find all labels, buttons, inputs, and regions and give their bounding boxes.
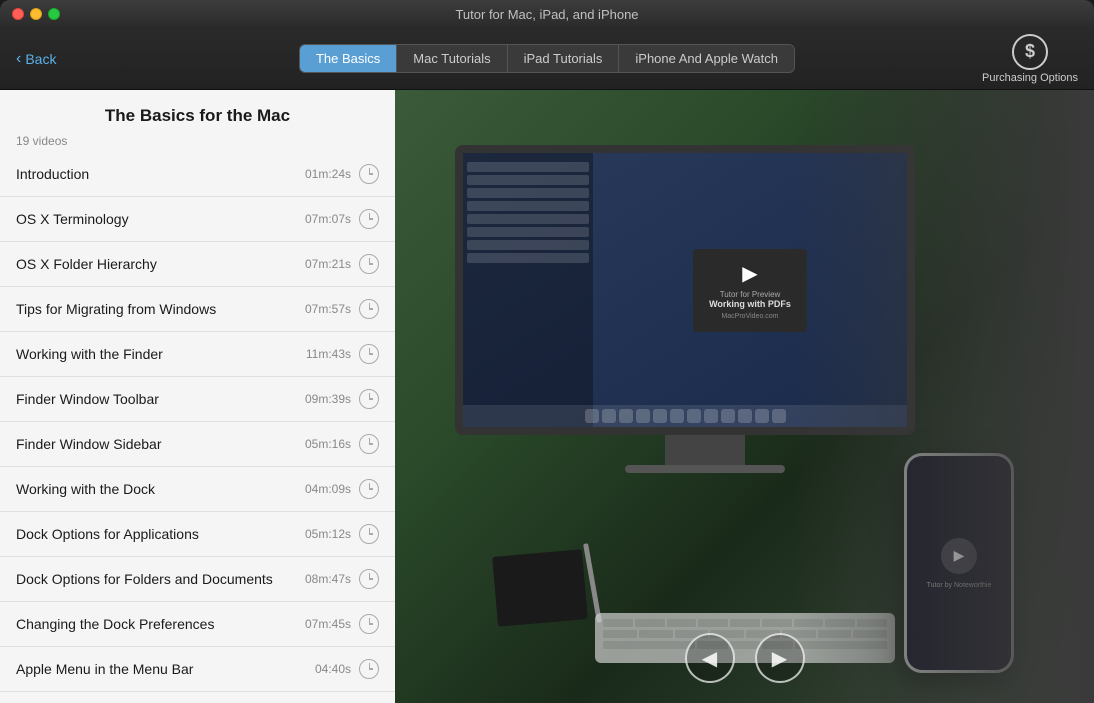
imac-stand [665,435,745,465]
tab-group: The Basics Mac Tutorials iPad Tutorials … [299,44,795,73]
window-title: Tutor for Mac, iPad, and iPhone [455,7,638,22]
video-count: 19 videos [0,134,395,152]
imac-app-sidebar [463,153,593,427]
sidebar-header: The Basics for the Mac [0,90,395,134]
minimize-button[interactable] [30,8,42,20]
tab-ipad-tutorials[interactable]: iPad Tutorials [508,45,620,72]
prev-button[interactable]: ◀ [685,633,735,683]
clock-icon [359,389,379,409]
video-list: Introduction 01m:24s OS X Terminology 07… [0,152,395,703]
list-item[interactable]: Apple Menu in the Menu Bar 04:40s [0,647,395,692]
list-item[interactable]: Working with the Finder 11m:43s [0,332,395,377]
list-item[interactable]: Dock Options for Applications 05m:12s [0,512,395,557]
video-name: Introduction [16,166,89,182]
video-name: OS X Folder Hierarchy [16,256,157,272]
back-button[interactable]: ‹ Back [16,50,56,68]
purchasing-label: Purchasing Options [982,72,1078,84]
video-duration: 04m:09s [305,482,351,496]
imac-base [625,465,785,473]
video-name: Dock Options for Applications [16,526,199,542]
video-duration: 07m:07s [305,212,351,226]
clock-icon [359,479,379,499]
video-duration: 08m:47s [305,572,351,586]
list-item[interactable]: OS X Folder Hierarchy 07m:21s [0,242,395,287]
clock-icon [359,659,379,679]
video-name: Finder Window Toolbar [16,391,159,407]
clock-icon [359,569,379,589]
clock-icon [359,164,379,184]
tab-mac-tutorials[interactable]: Mac Tutorials [397,45,507,72]
chevron-left-icon: ‹ [16,50,21,68]
video-duration: 11m:43s [306,347,351,361]
list-item[interactable]: Introduction 01m:24s [0,152,395,197]
dollar-icon: $ [1012,34,1048,70]
video-name: Dock Options for Folders and Documents [16,571,273,587]
list-item[interactable]: Tips for Migrating from Windows 07m:57s [0,287,395,332]
video-name: Finder Window Sidebar [16,436,162,452]
person-overlay [794,90,1094,703]
back-label: Back [25,51,56,67]
video-name: Working with the Dock [16,481,155,497]
traffic-lights [12,8,60,20]
video-controls: ◀ ▶ [685,633,805,683]
video-duration: 09m:39s [305,392,351,406]
video-name: OS X Terminology [16,211,129,227]
list-item[interactable]: OS X Terminology 07m:07s [0,197,395,242]
video-background: ▶ Tutor for Preview Working with PDFs Ma… [395,90,1094,703]
video-duration: 04:40s [315,662,351,676]
tab-iphone-apple-watch[interactable]: iPhone And Apple Watch [619,45,794,72]
maximize-button[interactable] [48,8,60,20]
video-duration: 07m:45s [305,617,351,631]
list-item[interactable]: Changing the Dock Preferences 07m:45s [0,602,395,647]
list-item[interactable]: Finder Window Toolbar 09m:39s [0,377,395,422]
purchasing-options-button[interactable]: $ Purchasing Options [982,34,1078,84]
imac-preview-content: ▶ Tutor for Preview Working with PDFs Ma… [693,249,807,332]
notebook [492,549,588,627]
list-item[interactable]: Application Menus and Menu Extras 06m:35… [0,692,395,703]
video-duration: 07m:57s [305,302,351,316]
clock-icon [359,254,379,274]
main-content: The Basics for the Mac 19 videos Introdu… [0,90,1094,703]
list-item[interactable]: Finder Window Sidebar 05m:16s [0,422,395,467]
list-item[interactable]: Working with the Dock 04m:09s [0,467,395,512]
video-duration: 05m:12s [305,527,351,541]
sidebar: The Basics for the Mac 19 videos Introdu… [0,90,395,703]
sidebar-title: The Basics for the Mac [16,106,379,126]
next-button[interactable]: ▶ [755,633,805,683]
video-area: ▶ Tutor for Preview Working with PDFs Ma… [395,90,1094,703]
clock-icon [359,434,379,454]
video-name: Tips for Migrating from Windows [16,301,216,317]
video-duration: 05m:16s [305,437,351,451]
clock-icon [359,614,379,634]
close-button[interactable] [12,8,24,20]
nav-bar: ‹ Back The Basics Mac Tutorials iPad Tut… [0,28,1094,90]
clock-icon [359,299,379,319]
clock-icon [359,209,379,229]
video-duration: 07m:21s [305,257,351,271]
video-name: Apple Menu in the Menu Bar [16,661,193,677]
play-icon: ▶ [709,261,791,286]
title-bar: Tutor for Mac, iPad, and iPhone [0,0,1094,28]
clock-icon [359,344,379,364]
clock-icon [359,524,379,544]
video-name: Changing the Dock Preferences [16,616,214,632]
list-item[interactable]: Dock Options for Folders and Documents 0… [0,557,395,602]
video-duration: 01m:24s [305,167,351,181]
video-name: Working with the Finder [16,346,163,362]
tab-basics[interactable]: The Basics [300,45,397,72]
